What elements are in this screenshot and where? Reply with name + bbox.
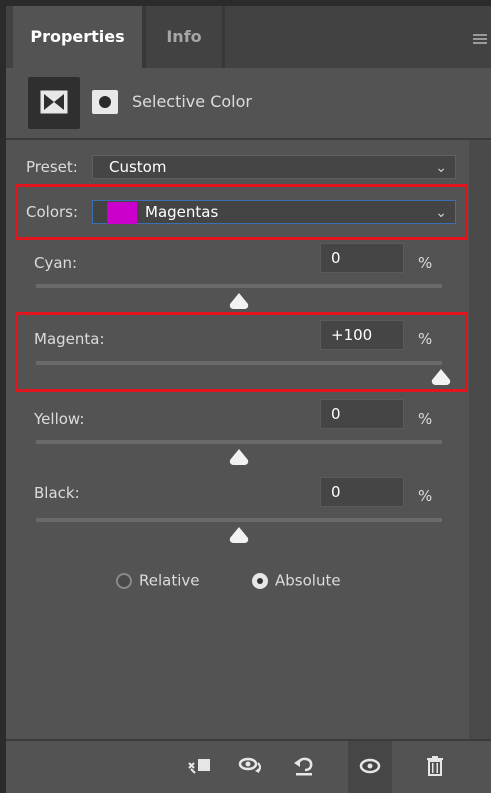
reset-icon (294, 757, 313, 776)
scrollbar[interactable] (469, 140, 491, 740)
relative-label: Relative (139, 571, 200, 590)
clip-to-layer-icon (188, 759, 210, 774)
yellow-input[interactable]: 0 (320, 399, 404, 429)
color-swatch (107, 202, 137, 224)
adjustment-layer-icon (40, 90, 68, 114)
colors-label: Colors: (26, 203, 79, 221)
chevron-down-icon: ⌄ (435, 205, 447, 221)
bottom-toolbar (6, 741, 491, 793)
magenta-slider-track[interactable] (36, 361, 442, 365)
preset-label: Preset: (26, 158, 78, 176)
adjustment-header: Selective Color (6, 68, 491, 138)
relative-option[interactable]: Relative (116, 571, 200, 590)
magenta-input[interactable]: +100 (320, 320, 404, 350)
cyan-percent: % (418, 254, 433, 272)
colors-dropdown[interactable]: Magentas ⌄ (92, 200, 456, 224)
magenta-percent: % (418, 330, 433, 348)
black-input[interactable]: 0 (320, 477, 404, 507)
clip-to-layer-button[interactable] (176, 741, 220, 793)
tab-properties[interactable]: Properties (13, 6, 142, 68)
visibility-button[interactable] (348, 741, 392, 793)
cyan-slider-track[interactable] (36, 284, 442, 288)
absolute-radio[interactable] (252, 572, 268, 589)
tab-bar: Properties Info (6, 6, 491, 68)
visibility-eye-icon (359, 758, 381, 774)
cyan-input[interactable]: 0 (320, 243, 404, 273)
preset-dropdown[interactable]: Custom ⌄ (92, 155, 456, 179)
absolute-label: Absolute (275, 571, 341, 590)
tab-info[interactable]: Info (146, 6, 222, 68)
chevron-down-icon: ⌄ (435, 160, 447, 176)
view-previous-state-button[interactable] (228, 741, 272, 793)
black-percent: % (418, 487, 433, 505)
view-previous-state-icon (238, 757, 261, 773)
colors-value: Magentas (145, 203, 219, 221)
panel-menu-icon[interactable] (473, 34, 487, 44)
preset-value: Custom (109, 158, 167, 176)
adjustment-layer-button[interactable] (28, 77, 80, 129)
black-slider-track[interactable] (36, 518, 442, 522)
yellow-slider-track[interactable] (36, 440, 442, 444)
mask-icon[interactable] (92, 90, 118, 114)
tab-divider (222, 6, 225, 68)
magenta-label: Magenta: (34, 330, 105, 348)
trash-icon (427, 756, 443, 776)
black-label: Black: (34, 484, 80, 502)
yellow-label: Yellow: (34, 410, 85, 428)
relative-radio[interactable] (116, 572, 132, 589)
yellow-percent: % (418, 410, 433, 428)
adjustment-title: Selective Color (132, 92, 252, 111)
header-divider (6, 138, 491, 140)
cyan-label: Cyan: (34, 254, 78, 272)
absolute-option[interactable]: Absolute (252, 571, 341, 590)
delete-button[interactable] (414, 741, 458, 793)
reset-button[interactable] (282, 741, 326, 793)
